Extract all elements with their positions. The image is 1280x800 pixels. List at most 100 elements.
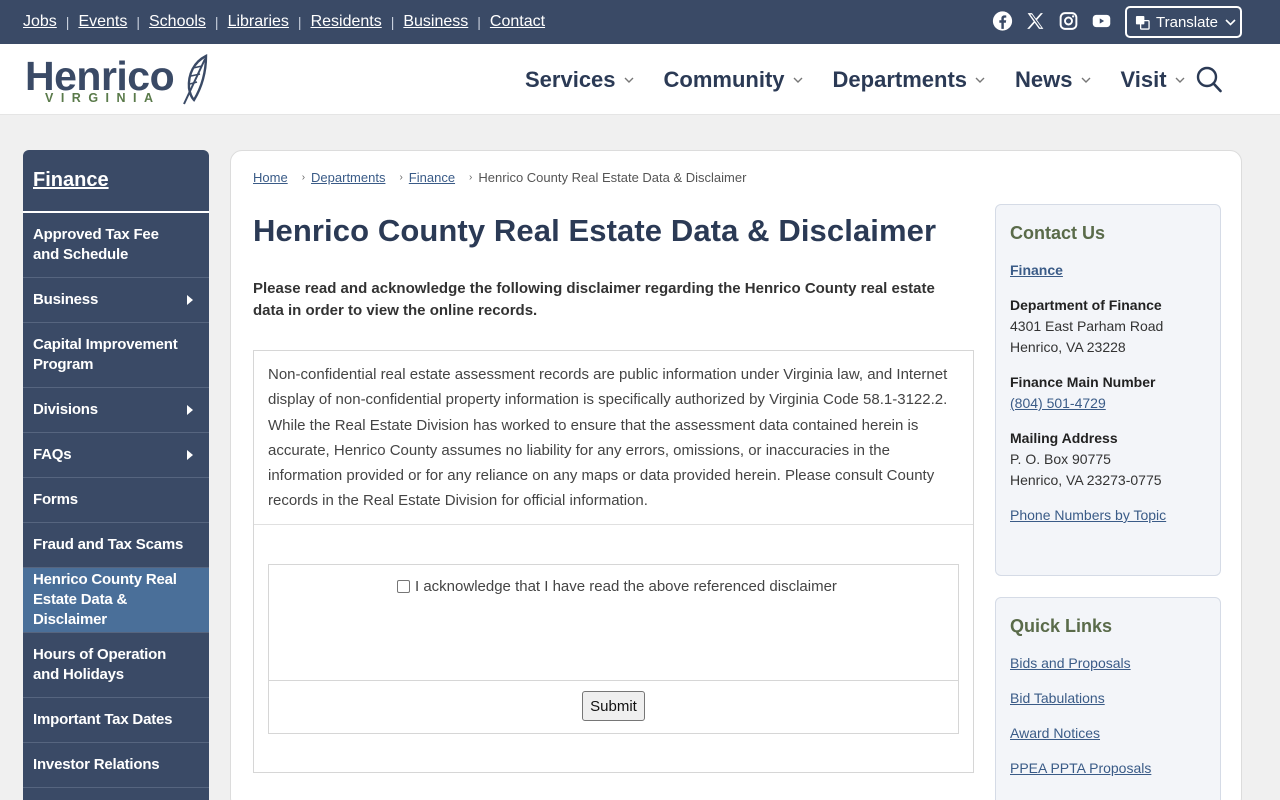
sidebar-title-link[interactable]: Finance — [33, 169, 109, 192]
breadcrumb-departments[interactable]: Departments — [311, 170, 385, 185]
quick-link-award-notices[interactable]: Award Notices — [1010, 725, 1100, 741]
translate-button[interactable]: Translate — [1125, 6, 1242, 38]
quick-links-title: Quick Links — [1010, 616, 1113, 636]
quick-link-ppea[interactable]: PPEA PPTA Proposals — [1010, 760, 1151, 776]
content-card: Home › Departments › Finance › Henrico C… — [230, 150, 1242, 800]
sidebar-item-label: Important Tax Dates — [33, 711, 173, 728]
youtube-icon[interactable] — [1091, 10, 1112, 32]
page-title: Henrico County Real Estate Data & Discla… — [253, 213, 937, 248]
contact-panel: Contact Us Finance Department of Finance… — [995, 204, 1221, 576]
sidebar-item-investor-relations[interactable]: Investor Relations — [23, 743, 209, 788]
quick-link-bid-tabulations[interactable]: Bid Tabulations — [1010, 690, 1105, 706]
nav-community[interactable]: Community — [664, 67, 803, 93]
submit-button[interactable]: Submit — [582, 691, 645, 721]
breadcrumb: Home › Departments › Finance › Henrico C… — [253, 170, 746, 185]
x-icon[interactable] — [1025, 10, 1046, 32]
contact-address-line2: Henrico, VA 23228 — [1010, 339, 1126, 355]
sidebar-item-capital-improvement[interactable]: Capital Improvement Program — [23, 323, 209, 388]
utility-link-schools[interactable]: Schools — [149, 13, 206, 31]
utility-link-jobs[interactable]: Jobs — [23, 13, 57, 31]
contact-mailing-label: Mailing Address — [1010, 430, 1118, 446]
sidebar-item-label: Divisions — [33, 401, 98, 418]
utility-link-residents[interactable]: Residents — [311, 13, 382, 31]
breadcrumb-finance[interactable]: Finance — [409, 170, 455, 185]
utility-link-business[interactable]: Business — [403, 13, 468, 31]
nav-departments[interactable]: Departments — [833, 67, 985, 93]
breadcrumb-separator: › — [301, 172, 306, 183]
caret-right-icon — [187, 295, 193, 305]
nav-label: Services — [525, 66, 616, 92]
contact-main-number[interactable]: (804) 501-4729 — [1010, 395, 1106, 411]
nav-news[interactable]: News — [1015, 67, 1090, 93]
utility-link-libraries[interactable]: Libraries — [228, 13, 289, 31]
separator: | — [65, 14, 70, 30]
breadcrumb-current: Henrico County Real Estate Data & Discla… — [478, 170, 747, 185]
chevron-down-icon — [624, 77, 634, 83]
breadcrumb-separator: › — [469, 172, 473, 183]
nav-label: Visit — [1120, 66, 1167, 92]
sidebar-item-label: Hours of Operation and Holidays — [33, 646, 167, 683]
logo-subtitle: VIRGINIA — [45, 91, 161, 105]
contact-mailing-line2: Henrico, VA 23273-0775 — [1010, 472, 1162, 488]
chevron-down-icon — [793, 77, 803, 83]
separator: | — [477, 14, 481, 30]
nav-label: Departments — [832, 66, 968, 92]
sidebar-item-label: Henrico County Real Estate Data & Discla… — [33, 571, 177, 628]
sidebar-item-divisions[interactable]: Divisions — [23, 388, 209, 433]
facebook-icon[interactable] — [992, 10, 1013, 32]
separator: | — [136, 14, 140, 30]
utility-link-contact[interactable]: Contact — [490, 13, 545, 31]
separator: | — [214, 14, 219, 30]
breadcrumb-home[interactable]: Home — [253, 170, 288, 185]
sidebar-item-business[interactable]: Business — [23, 278, 209, 323]
sidebar-item-label: Business — [33, 291, 99, 308]
contact-main-number-label: Finance Main Number — [1010, 374, 1156, 390]
sidebar-item-hours[interactable]: Hours of Operation and Holidays — [23, 633, 209, 698]
caret-right-icon — [187, 405, 193, 415]
sidebar-item-label: Investor Relations — [33, 756, 160, 773]
utility-link-events[interactable]: Events — [78, 13, 127, 31]
nav-services[interactable]: Services — [525, 67, 634, 93]
divider — [269, 680, 958, 681]
chevron-down-icon — [1081, 77, 1090, 83]
contact-dept-link[interactable]: Finance — [1010, 262, 1063, 278]
sidebar-item-real-estate-data[interactable]: Henrico County Real Estate Data & Discla… — [23, 568, 209, 633]
breadcrumb-separator: › — [399, 172, 403, 183]
contact-mailing-line1: P. O. Box 90775 — [1010, 451, 1111, 467]
sidebar-item-tax-dates[interactable]: Important Tax Dates — [23, 698, 209, 743]
nav-visit[interactable]: Visit — [1121, 67, 1185, 93]
acknowledge-label: I acknowledge that I have read the above… — [415, 578, 837, 595]
divider — [254, 524, 973, 525]
search-icon[interactable] — [1196, 66, 1222, 93]
sidebar-item-forms[interactable]: Forms — [23, 478, 209, 523]
translate-icon — [1135, 15, 1150, 30]
sidebar-item-approved-tax-fee[interactable]: Approved Tax Fee and Schedule — [23, 213, 209, 278]
contact-dept-name: Department of Finance — [1010, 297, 1162, 313]
sidebar-item-label: Capital Improvement Program — [33, 336, 178, 373]
utility-links: Jobs | Events | Schools | Libraries | Re… — [23, 0, 545, 44]
social-links — [992, 10, 1112, 32]
quick-link-bids[interactable]: Bids and Proposals — [1010, 655, 1131, 671]
intro-text: Please read and acknowledge the followin… — [253, 280, 935, 319]
quick-links-panel: Quick Links Bids and Proposals Bid Tabul… — [995, 597, 1221, 800]
chevron-down-icon — [1225, 18, 1236, 26]
acknowledge-row[interactable]: I acknowledge that I have read the above… — [397, 578, 837, 595]
utility-bar: Jobs | Events | Schools | Libraries | Re… — [0, 0, 1280, 44]
disclaimer-text: Non-confidential real estate assessment … — [268, 366, 948, 510]
sidebar-title: Finance — [23, 150, 209, 213]
sidebar-item-label: Fraud and Tax Scams — [33, 536, 184, 553]
section-sidebar: Finance Approved Tax Fee and Schedule Bu… — [23, 150, 209, 800]
chevron-down-icon — [1175, 77, 1185, 83]
main-nav: Services Community Departments News Visi… — [525, 44, 1215, 115]
sidebar-item-faqs[interactable]: FAQs — [23, 433, 209, 478]
site-header: Henrico VIRGINIA Services Community Depa… — [0, 44, 1280, 115]
sidebar-item-fraud[interactable]: Fraud and Tax Scams — [23, 523, 209, 568]
sidebar-item-label: FAQs — [33, 446, 72, 463]
separator: | — [297, 14, 302, 30]
instagram-icon[interactable] — [1058, 10, 1079, 32]
contact-address-line1: 4301 East Parham Road — [1010, 318, 1164, 334]
phone-topics-link[interactable]: Phone Numbers by Topic — [1010, 507, 1166, 523]
separator: | — [390, 14, 395, 30]
acknowledge-checkbox[interactable] — [397, 580, 410, 593]
henrico-logo[interactable]: Henrico VIRGINIA — [25, 54, 215, 110]
